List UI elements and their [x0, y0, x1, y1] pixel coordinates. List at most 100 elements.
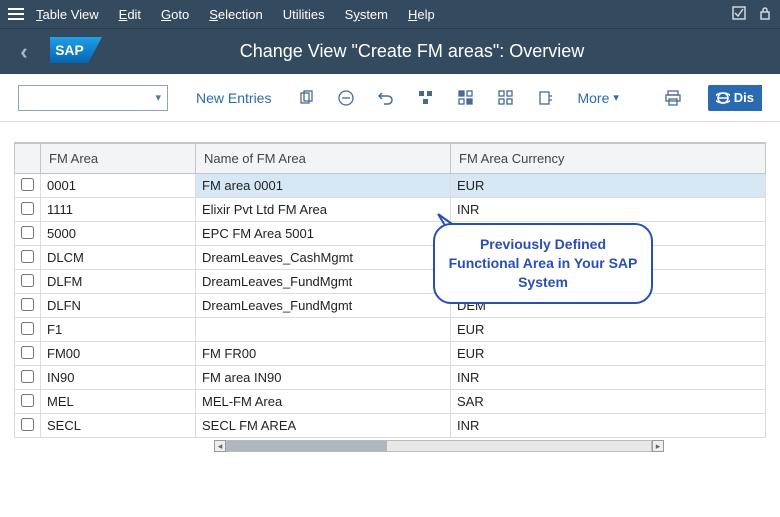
cell-name[interactable]: FM FR00 [196, 342, 451, 366]
row-checkbox[interactable] [21, 178, 34, 191]
col-name[interactable]: Name of FM Area [196, 144, 451, 174]
row-checkbox[interactable] [21, 250, 34, 263]
cell-currency[interactable]: INR [451, 198, 766, 222]
row-checkbox[interactable] [21, 322, 34, 335]
table-row[interactable]: IN90FM area IN90INR [15, 366, 766, 390]
cell-fm-area[interactable]: 5000 [41, 222, 196, 246]
config-icon[interactable] [531, 85, 561, 111]
cell-fm-area[interactable]: 0001 [41, 174, 196, 198]
copy-icon[interactable] [291, 85, 321, 111]
row-checkbox-cell[interactable] [15, 342, 41, 366]
row-checkbox-cell[interactable] [15, 414, 41, 438]
display-button[interactable]: Dis [708, 85, 762, 111]
cell-currency[interactable]: EUR [451, 174, 766, 198]
col-checkbox [15, 144, 41, 174]
cell-name[interactable]: SECL FM AREA [196, 414, 451, 438]
cell-name[interactable]: DreamLeaves_CashMgmt [196, 246, 451, 270]
content: FM Area Name of FM Area FM Area Currency… [0, 122, 780, 453]
row-checkbox-cell[interactable] [15, 318, 41, 342]
row-checkbox-cell[interactable] [15, 270, 41, 294]
back-button[interactable]: ‹ [8, 39, 40, 65]
cell-name[interactable] [196, 318, 451, 342]
cell-fm-area[interactable]: 1111 [41, 198, 196, 222]
row-checkbox-cell[interactable] [15, 222, 41, 246]
deselect-all-icon[interactable] [491, 85, 521, 111]
row-checkbox-cell[interactable] [15, 174, 41, 198]
page-title: Change View "Create FM areas": Overview [112, 41, 772, 62]
table-row[interactable]: DLFNDreamLeaves_FundMgmtDEM [15, 294, 766, 318]
cell-fm-area[interactable]: SECL [41, 414, 196, 438]
cell-fm-area[interactable]: FM00 [41, 342, 196, 366]
command-dropdown[interactable]: ▾ [18, 85, 168, 111]
col-fm-area[interactable]: FM Area [41, 144, 196, 174]
lock-icon[interactable] [758, 6, 772, 23]
new-entries-button[interactable]: New Entries [196, 90, 271, 106]
undo-icon[interactable] [371, 85, 401, 111]
table-row[interactable]: F1 EUR [15, 318, 766, 342]
display-label: Dis [734, 90, 754, 105]
select-all-icon[interactable] [411, 85, 441, 111]
cell-name[interactable]: Elixir Pvt Ltd FM Area [196, 198, 451, 222]
horizontal-scrollbar[interactable]: ◂ ▸ [214, 439, 664, 453]
cell-fm-area[interactable]: IN90 [41, 366, 196, 390]
menu-table-view[interactable]: Table View [36, 7, 99, 22]
row-checkbox[interactable] [21, 298, 34, 311]
table-row[interactable]: SECLSECL FM AREAINR [15, 414, 766, 438]
cell-name[interactable]: FM area IN90 [196, 366, 451, 390]
menu-utilities[interactable]: Utilities [283, 7, 325, 22]
cell-name[interactable]: FM area 0001 [196, 174, 451, 198]
menu-items: Table View Edit Goto Selection Utilities… [36, 7, 732, 22]
titlebar: ‹ SAP Change View "Create FM areas": Ove… [0, 28, 780, 74]
cell-currency[interactable]: EUR [451, 318, 766, 342]
scroll-right-icon[interactable]: ▸ [652, 440, 664, 452]
table-row[interactable]: 0001FM area 0001EUR [15, 174, 766, 198]
fm-area-table: FM Area Name of FM Area FM Area Currency… [14, 143, 766, 438]
row-checkbox-cell[interactable] [15, 390, 41, 414]
select-block-icon[interactable] [451, 85, 481, 111]
hamburger-icon[interactable] [8, 8, 24, 20]
print-icon[interactable] [658, 85, 688, 111]
menu-system[interactable]: System [345, 7, 388, 22]
row-checkbox[interactable] [21, 274, 34, 287]
more-label: More [577, 90, 609, 106]
row-checkbox[interactable] [21, 394, 34, 407]
more-button[interactable]: More ▾ [577, 90, 618, 106]
scroll-thumb[interactable] [227, 441, 387, 451]
table-row[interactable]: 1111Elixir Pvt Ltd FM AreaINR [15, 198, 766, 222]
cell-name[interactable]: MEL-FM Area [196, 390, 451, 414]
cell-fm-area[interactable]: DLFN [41, 294, 196, 318]
menu-help[interactable]: Help [408, 7, 435, 22]
cell-fm-area[interactable]: DLCM [41, 246, 196, 270]
delete-icon[interactable] [331, 85, 361, 111]
cell-fm-area[interactable]: MEL [41, 390, 196, 414]
menu-edit[interactable]: Edit [119, 7, 141, 22]
cell-currency[interactable]: SAR [451, 390, 766, 414]
row-checkbox[interactable] [21, 346, 34, 359]
scroll-left-icon[interactable]: ◂ [214, 440, 226, 452]
row-checkbox[interactable] [21, 418, 34, 431]
cell-fm-area[interactable]: DLFM [41, 270, 196, 294]
cell-name[interactable]: EPC FM Area 5001 [196, 222, 451, 246]
scroll-track[interactable] [226, 440, 652, 452]
cell-currency[interactable]: INR [451, 414, 766, 438]
row-checkbox[interactable] [21, 370, 34, 383]
cell-currency[interactable]: EUR [451, 342, 766, 366]
sap-logo: SAP [50, 37, 102, 66]
row-checkbox[interactable] [21, 202, 34, 215]
row-checkbox[interactable] [21, 226, 34, 239]
cell-fm-area[interactable]: F1 [41, 318, 196, 342]
row-checkbox-cell[interactable] [15, 366, 41, 390]
cell-name[interactable]: DreamLeaves_FundMgmt [196, 294, 451, 318]
toolbar: ▾ New Entries More ▾ Dis [0, 74, 780, 122]
close-window-icon[interactable] [732, 6, 746, 23]
cell-currency[interactable]: INR [451, 366, 766, 390]
menu-goto[interactable]: Goto [161, 7, 189, 22]
col-currency[interactable]: FM Area Currency [451, 144, 766, 174]
table-row[interactable]: FM00FM FR00EUR [15, 342, 766, 366]
menu-selection[interactable]: Selection [209, 7, 262, 22]
table-row[interactable]: MELMEL-FM AreaSAR [15, 390, 766, 414]
cell-name[interactable]: DreamLeaves_FundMgmt [196, 270, 451, 294]
row-checkbox-cell[interactable] [15, 294, 41, 318]
row-checkbox-cell[interactable] [15, 198, 41, 222]
row-checkbox-cell[interactable] [15, 246, 41, 270]
